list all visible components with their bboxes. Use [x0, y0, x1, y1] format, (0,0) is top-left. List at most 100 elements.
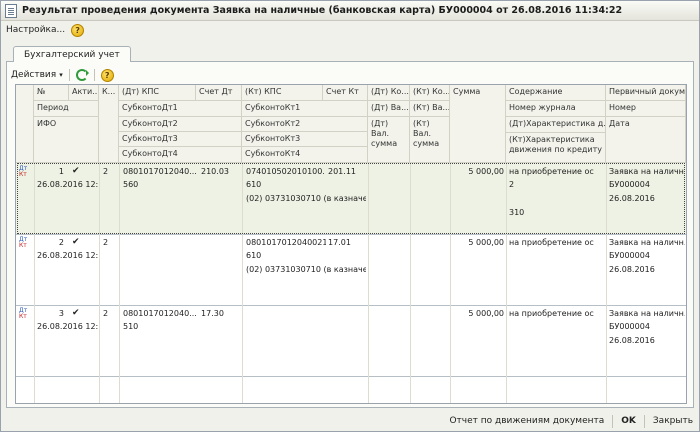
row-k: 2 — [103, 167, 109, 176]
row-kt-sub2: (02) 03731030710 (в казначе... — [246, 265, 366, 274]
title-bar: Результат проведения документа Заявка на… — [1, 1, 699, 21]
row-no: 3 — [58, 309, 64, 318]
row-kt-account: 201.11 — [328, 167, 356, 176]
header-dt-account[interactable]: Счет Дт — [196, 85, 242, 101]
header-kt-va[interactable]: (Кт) Ва... — [410, 101, 450, 117]
column-divider — [242, 163, 243, 403]
row-kt-char: 310 — [509, 208, 525, 217]
row-date: 26.08.2016 — [609, 265, 655, 274]
row-primary-doc: Заявка на наличн... — [609, 309, 685, 318]
header-number[interactable]: Номер — [606, 101, 686, 117]
header-journal-no[interactable]: Номер журнала — [506, 101, 606, 117]
active-check-icon[interactable]: ✔ — [72, 237, 80, 247]
header-k[interactable]: К... — [99, 85, 119, 163]
active-check-icon[interactable]: ✔ — [72, 166, 80, 176]
posting-dt-kt-icon: Дт Кт — [19, 307, 28, 320]
posting-dt-kt-icon: Дт Кт — [19, 165, 28, 178]
header-content[interactable]: Содержание — [506, 85, 606, 101]
report-button[interactable]: Отчет по движениям документа — [449, 416, 604, 426]
row-kt-kps: 074010502010100... — [246, 167, 324, 176]
header-dt-sub4[interactable]: СубконтоДт4 — [119, 147, 242, 163]
row-separator — [16, 234, 686, 235]
window-title: Результат проведения документа Заявка на… — [22, 5, 623, 16]
posting-dt-kt-icon: Дт Кт — [19, 236, 28, 249]
header-ifo[interactable]: ИФО — [34, 117, 99, 163]
row-number: БУ000004 — [609, 251, 650, 260]
help-icon[interactable]: ? — [100, 68, 114, 82]
active-check-icon[interactable]: ✔ — [72, 308, 80, 318]
column-divider — [606, 163, 607, 403]
header-cell-icon — [16, 85, 34, 163]
row-date: 26.08.2016 — [609, 194, 655, 203]
postings-table[interactable]: № Акти... К... Период ИФО (Дт) КПС Счет … — [15, 84, 687, 404]
row-sum: 5 000,00 — [468, 238, 504, 247]
ok-button[interactable]: OK — [621, 416, 636, 426]
header-kt-sub2[interactable]: СубконтоКт2 — [242, 117, 368, 132]
header-kt-sub3[interactable]: СубконтоКт3 — [242, 132, 368, 147]
row-kt-sub1: 610 — [246, 180, 262, 189]
header-sum[interactable]: Сумма — [450, 85, 506, 163]
grid-toolbar: Действия ▾ ? — [11, 67, 114, 83]
row-date: 26.08.2016 — [609, 336, 655, 345]
row-no: 1 — [58, 167, 64, 176]
refresh-icon[interactable] — [75, 69, 89, 81]
row-dt-kps: 0801017012040... — [123, 309, 196, 318]
header-date[interactable]: Дата — [606, 117, 686, 163]
row-no: 2 — [58, 238, 64, 247]
column-divider — [506, 163, 507, 403]
tab-accounting[interactable]: Бухгалтерский учет — [13, 46, 131, 62]
header-dt-ko[interactable]: (Дт) Ко... — [368, 85, 410, 101]
header-kt-sub4[interactable]: СубконтоКт4 — [242, 147, 368, 163]
header-kt-account[interactable]: Счет Кт — [323, 85, 368, 101]
row-primary-doc: Заявка на наличн... — [609, 167, 685, 176]
header-dt-val-sum[interactable]: (Дт) Вал. сумма — [368, 117, 410, 163]
row-primary-doc: Заявка на наличн... — [609, 238, 685, 247]
row-separator — [16, 305, 686, 306]
header-kt-kps[interactable]: (Кт) КПС — [242, 85, 323, 101]
row-separator — [16, 376, 686, 377]
row-dt-sub1: 510 — [123, 322, 139, 331]
row-k: 2 — [103, 238, 109, 247]
header-dt-sub2[interactable]: СубконтоДт2 — [119, 117, 242, 132]
header-kt-ko[interactable]: (Кт) Ко... — [410, 85, 450, 101]
row-period: 26.08.2016 12:... — [37, 251, 99, 260]
row-content: на приобретение ос — [509, 167, 594, 176]
row-content: на приобретение ос — [509, 238, 594, 247]
header-dt-va[interactable]: (Дт) Ва... — [368, 101, 410, 117]
header-period[interactable]: Период — [34, 101, 99, 117]
row-number: БУ000004 — [609, 322, 650, 331]
actions-button[interactable]: Действия ▾ — [11, 70, 63, 80]
header-dt-sub1[interactable]: СубконтоДт1 — [119, 101, 242, 117]
header-active[interactable]: Акти... — [69, 85, 99, 101]
bottom-bar: Отчет по движениям документа OK Закрыть — [1, 411, 699, 431]
header-kt-sub1[interactable]: СубконтоКт1 — [242, 101, 368, 117]
close-button[interactable]: Закрыть — [653, 416, 693, 426]
help-icon[interactable]: ? — [71, 23, 85, 37]
row-number: БУ000004 — [609, 180, 650, 189]
row-dt-char: 2 — [509, 180, 515, 189]
row-dt-account: 17.30 — [201, 309, 224, 318]
header-kt-char[interactable]: (Кт)Характеристика движения по кредиту — [506, 133, 606, 163]
header-no[interactable]: № — [34, 85, 69, 101]
row-sum: 5 000,00 — [468, 167, 504, 176]
column-divider — [450, 163, 451, 403]
header-dt-kps[interactable]: (Дт) КПС — [119, 85, 196, 101]
header-dt-sub3[interactable]: СубконтоДт3 — [119, 132, 242, 147]
menu-bar: Настройка... ? — [1, 21, 699, 39]
row-period: 26.08.2016 12:... — [37, 322, 99, 331]
document-icon — [5, 3, 17, 18]
header-primary-doc[interactable]: Первичный докум... — [606, 85, 686, 101]
row-dt-sub1: 560 — [123, 180, 139, 189]
header-kt-val-sum[interactable]: (Кт) Вал. сумма — [410, 117, 450, 163]
row-period: 26.08.2016 12:... — [37, 180, 99, 189]
row-dt-kps: 0801017012040... — [123, 167, 196, 176]
row-kt-sub2: (02) 03731030710 (в казначе... — [246, 194, 366, 203]
row-k: 2 — [103, 309, 109, 318]
row-kt-kps: 0801017012040021... — [246, 238, 326, 247]
settings-menu[interactable]: Настройка... — [6, 25, 65, 35]
bar-separator — [612, 414, 614, 428]
column-divider — [368, 163, 369, 403]
row-dt-account: 210.03 — [201, 167, 229, 176]
row-content: на приобретение ос — [509, 309, 594, 318]
header-dt-char[interactable]: (Дт)Характеристика д... — [506, 117, 606, 133]
